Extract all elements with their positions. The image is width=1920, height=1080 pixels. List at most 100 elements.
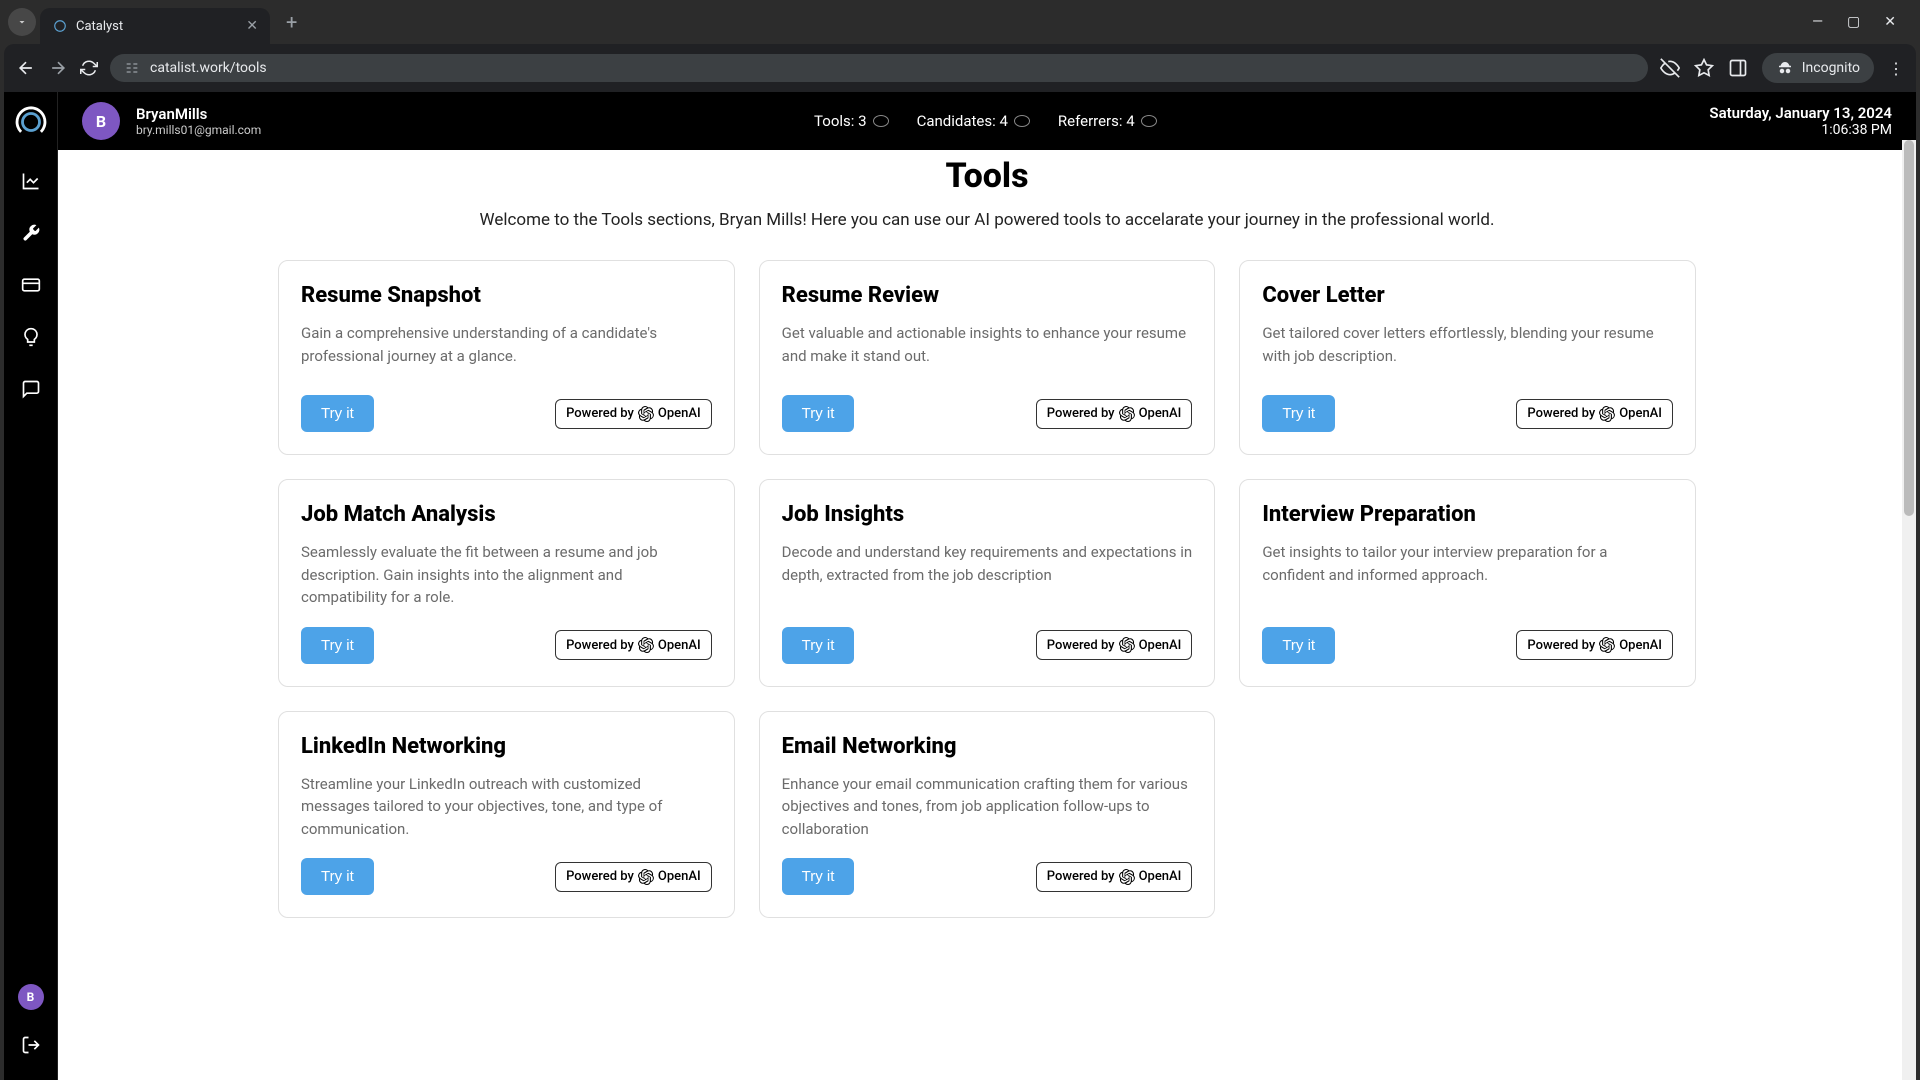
page-title: Tools [278, 156, 1696, 196]
header-stats: Tools: 3 Candidates: 4 Referrers: 4 [814, 112, 1157, 130]
coin-icon [873, 115, 889, 127]
card-description: Get valuable and actionable insights to … [782, 322, 1193, 377]
sidebar-lightbulb-icon[interactable] [20, 326, 42, 348]
try-it-button[interactable]: Try it [782, 395, 855, 432]
bookmark-star-icon[interactable] [1694, 58, 1714, 78]
header-time: 1:06:38 PM [1821, 122, 1892, 138]
header-datetime: Saturday, January 13, 2024 1:06:38 PM [1709, 104, 1892, 138]
card-title: Email Networking [782, 734, 1193, 759]
powered-by-badge: Powered by OpenAI [1516, 630, 1673, 660]
card-description: Seamlessly evaluate the fit between a re… [301, 541, 712, 609]
app-main: B BryanMills bry.mills01@gmail.com Tools… [58, 92, 1916, 1080]
powered-by-badge: Powered by OpenAI [1036, 630, 1193, 660]
scrollbar-track[interactable] [1902, 140, 1916, 1080]
card-title: Cover Letter [1262, 283, 1673, 308]
back-button[interactable] [16, 58, 36, 78]
card-footer: Try it Powered by OpenAI [301, 395, 712, 432]
reload-button[interactable] [80, 59, 98, 77]
try-it-button[interactable]: Try it [1262, 627, 1335, 664]
tool-card: Email Networking Enhance your email comm… [759, 711, 1216, 919]
header-user-block: BryanMills bry.mills01@gmail.com [136, 105, 261, 137]
cards-grid: Resume Snapshot Gain a comprehensive und… [278, 260, 1696, 918]
tab-close-icon[interactable]: ✕ [246, 18, 258, 34]
sidebar-card-icon[interactable] [20, 274, 42, 296]
card-footer: Try it Powered by OpenAI [1262, 627, 1673, 664]
openai-icon [1119, 637, 1135, 653]
address-bar[interactable]: catalist.work/tools [110, 54, 1648, 82]
card-footer: Try it Powered by OpenAI [301, 858, 712, 895]
tab-title: Catalyst [76, 19, 238, 34]
try-it-button[interactable]: Try it [301, 627, 374, 664]
card-title: Resume Snapshot [301, 283, 712, 308]
try-it-button[interactable]: Try it [1262, 395, 1335, 432]
scrollbar-thumb[interactable] [1904, 140, 1914, 516]
powered-by-badge: Powered by OpenAI [555, 399, 712, 429]
openai-icon [1599, 406, 1615, 422]
stat-candidates: Candidates: 4 [917, 112, 1030, 130]
side-panel-icon[interactable] [1728, 58, 1748, 78]
card-description: Gain a comprehensive understanding of a … [301, 322, 712, 377]
powered-by-badge: Powered by OpenAI [555, 862, 712, 892]
try-it-button[interactable]: Try it [782, 858, 855, 895]
card-description: Streamline your LinkedIn outreach with c… [301, 773, 712, 841]
forward-button[interactable] [48, 58, 68, 78]
sidebar-analytics-icon[interactable] [20, 170, 42, 192]
menu-icon[interactable]: ⋮ [1888, 59, 1904, 78]
card-footer: Try it Powered by OpenAI [782, 858, 1193, 895]
coin-icon [1141, 115, 1157, 127]
incognito-badge[interactable]: Incognito [1762, 53, 1874, 83]
powered-by-badge: Powered by OpenAI [1036, 399, 1193, 429]
card-footer: Try it Powered by OpenAI [782, 627, 1193, 664]
header-avatar[interactable]: B [82, 102, 120, 140]
page-subtitle: Welcome to the Tools sections, Bryan Mil… [278, 210, 1696, 230]
card-title: Job Insights [782, 502, 1193, 527]
site-settings-icon[interactable] [124, 60, 140, 76]
header-email: bry.mills01@gmail.com [136, 123, 261, 137]
openai-icon [1599, 637, 1615, 653]
openai-icon [1119, 406, 1135, 422]
url-text: catalist.work/tools [150, 60, 1634, 76]
tab-search-dropdown[interactable] [8, 8, 36, 36]
card-title: Job Match Analysis [301, 502, 712, 527]
maximize-icon[interactable]: ▢ [1847, 14, 1860, 30]
tool-card: Job Match Analysis Seamlessly evaluate t… [278, 479, 735, 687]
content-scroll[interactable]: Tools Welcome to the Tools sections, Bry… [58, 150, 1916, 1080]
card-footer: Try it Powered by OpenAI [1262, 395, 1673, 432]
app-sidebar: B [4, 92, 58, 1080]
openai-icon [638, 406, 654, 422]
browser-toolbar: catalist.work/tools Incognito ⋮ [4, 44, 1916, 92]
sidebar-tools-icon[interactable] [20, 222, 42, 244]
card-title: LinkedIn Networking [301, 734, 712, 759]
card-footer: Try it Powered by OpenAI [301, 627, 712, 664]
minimize-icon[interactable]: — [1812, 14, 1823, 30]
app-logo-icon[interactable] [13, 104, 49, 140]
try-it-button[interactable]: Try it [301, 858, 374, 895]
stat-referrers: Referrers: 4 [1058, 112, 1157, 130]
tool-card: Cover Letter Get tailored cover letters … [1239, 260, 1696, 455]
sidebar-avatar[interactable]: B [18, 984, 44, 1010]
openai-icon [638, 869, 654, 885]
card-footer: Try it Powered by OpenAI [782, 395, 1193, 432]
card-description: Get insights to tailor your interview pr… [1262, 541, 1673, 609]
sidebar-logout-icon[interactable] [20, 1034, 42, 1056]
try-it-button[interactable]: Try it [301, 395, 374, 432]
incognito-label: Incognito [1802, 60, 1860, 76]
openai-icon [638, 637, 654, 653]
browser-tab[interactable]: Catalyst ✕ [40, 8, 270, 44]
try-it-button[interactable]: Try it [782, 627, 855, 664]
coin-icon [1014, 115, 1030, 127]
eye-off-icon[interactable] [1660, 58, 1680, 78]
card-description: Get tailored cover letters effortlessly,… [1262, 322, 1673, 377]
window-controls: — ▢ ✕ [1812, 14, 1912, 30]
card-description: Enhance your email communication craftin… [782, 773, 1193, 841]
tab-bar: Catalyst ✕ + — ▢ ✕ [0, 0, 1920, 44]
tool-card: Resume Review Get valuable and actionabl… [759, 260, 1216, 455]
tool-card: Interview Preparation Get insights to ta… [1239, 479, 1696, 687]
tool-card: Resume Snapshot Gain a comprehensive und… [278, 260, 735, 455]
new-tab-button[interactable]: + [274, 10, 309, 34]
close-window-icon[interactable]: ✕ [1884, 14, 1896, 30]
stat-tools: Tools: 3 [814, 112, 889, 130]
powered-by-badge: Powered by OpenAI [555, 630, 712, 660]
sidebar-chat-icon[interactable] [20, 378, 42, 400]
app-header: B BryanMills bry.mills01@gmail.com Tools… [58, 92, 1916, 150]
